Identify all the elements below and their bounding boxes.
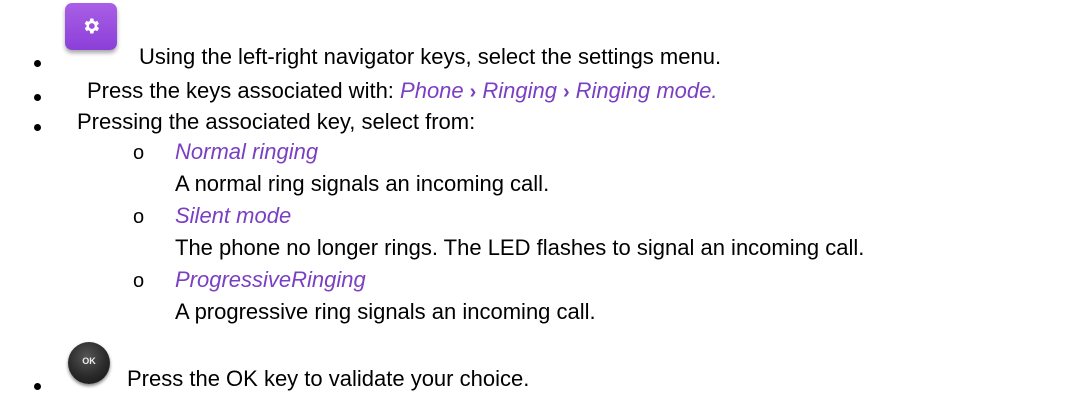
bullet: [34, 60, 41, 67]
bullet: [34, 124, 41, 131]
option-description: A normal ring signals an incoming call.: [175, 171, 550, 196]
option-description: A progressive ring signals an incoming c…: [175, 299, 596, 324]
option-title-silent-mode: Silent mode: [175, 203, 292, 228]
option-bullet: o: [133, 270, 145, 292]
option-title-progressive-ringing: ProgressiveRinging: [175, 267, 366, 292]
step-1-text: Using the left-right navigator keys, sel…: [139, 44, 722, 69]
settings-gear-icon: [65, 3, 117, 50]
step-2-prefix: Press the keys associated with:: [87, 78, 401, 103]
path-separator: ›: [562, 81, 570, 103]
path-phone: Phone: [400, 78, 464, 103]
option-bullet: o: [133, 206, 145, 228]
ok-key-label: OK: [82, 356, 96, 366]
option-bullet: o: [133, 142, 145, 164]
step-4-text: Press the OK key to validate your choice…: [127, 366, 530, 391]
bullet: [34, 383, 41, 390]
option-description: The phone no longer rings. The LED flash…: [175, 235, 865, 260]
step-2-text: Press the keys associated with: Phone › Ri…: [87, 78, 717, 104]
option-title-normal-ringing: Normal ringing: [175, 139, 319, 164]
gear-icon: [84, 18, 99, 34]
path-ringing: Ringing: [482, 78, 557, 103]
path-ringing-mode: Ringing mode.: [575, 78, 718, 103]
ok-key-icon: OK: [68, 342, 110, 384]
path-separator: ›: [469, 81, 477, 103]
step-3-text: Pressing the associated key, select from…: [77, 109, 476, 134]
bullet: [34, 94, 41, 101]
